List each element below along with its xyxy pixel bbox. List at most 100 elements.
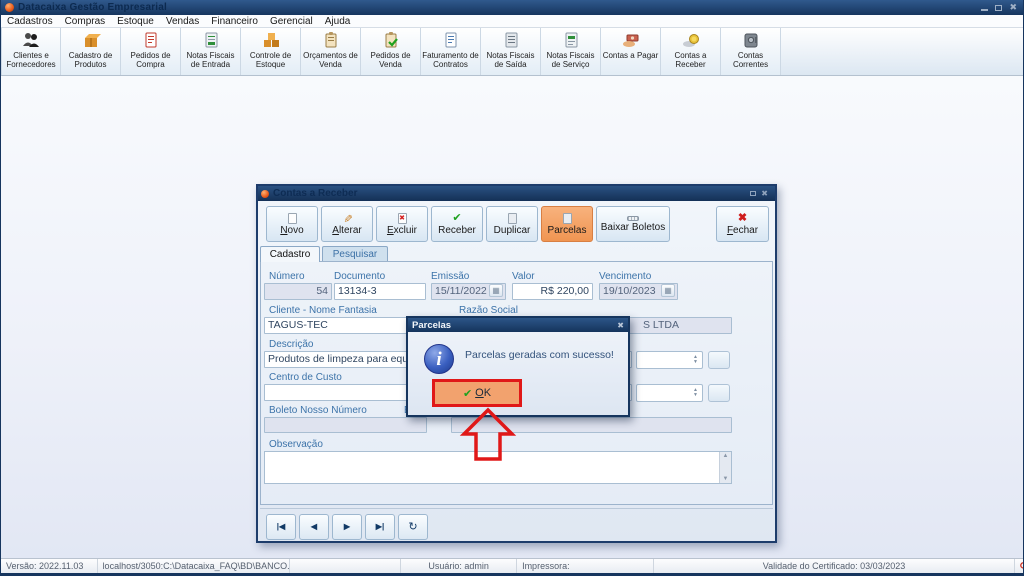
window-titlebar: Contas a Receber ✖	[258, 186, 775, 201]
documento-label: Documento	[334, 271, 386, 282]
centro-custo-lookup-button[interactable]	[708, 384, 730, 402]
restore-icon[interactable]	[995, 4, 1003, 11]
delete-document-icon: ✖	[397, 212, 407, 224]
edit-pencil-icon: ✎	[341, 213, 354, 223]
nav-first-button[interactable]: |◀	[266, 514, 296, 540]
menu-financeiro[interactable]: Financeiro	[205, 15, 264, 28]
toolbar-pedidos-venda[interactable]: Pedidos de Venda	[361, 28, 421, 75]
menu-vendas[interactable]: Vendas	[160, 15, 205, 28]
accounts-receivable-icon	[681, 31, 701, 49]
tab-cadastro[interactable]: Cadastro	[260, 246, 320, 262]
outgoing-invoice-icon	[501, 31, 521, 49]
toolbar-cadastro-produtos[interactable]: Cadastro de Produtos	[61, 28, 121, 75]
dialog-title: Parcelas	[412, 319, 452, 331]
toolbar-contas-correntes[interactable]: Contas Correntes	[721, 28, 781, 75]
status-version: Versão: 2022.11.03	[1, 559, 98, 573]
toolbar-nf-servico[interactable]: Notas Fiscais de Serviço	[541, 28, 601, 75]
menu-cadastros[interactable]: Cadastros	[1, 15, 59, 28]
installments-icon	[562, 212, 572, 224]
centro-custo-combo[interactable]: ▲ ▼	[636, 384, 703, 402]
parcelas-button[interactable]: Parcelas	[541, 206, 593, 242]
scroll-down-icon[interactable]: ▼	[720, 476, 731, 482]
boleto-nosso-numero-label: Boleto Nosso Número	[269, 405, 367, 416]
window-restore-icon[interactable]	[750, 191, 757, 196]
menu-compras[interactable]: Compras	[59, 15, 112, 28]
menu-gerencial[interactable]: Gerencial	[264, 15, 319, 28]
status-user: Usuário: admin	[401, 559, 518, 573]
excluir-button[interactable]: ✖ Excluir	[376, 206, 428, 242]
fechar-button[interactable]: ✖ Fechar	[716, 206, 769, 242]
toolbar-contas-receber[interactable]: Contas a Receber	[661, 28, 721, 75]
toolbar-pedidos-compra[interactable]: Pedidos de Compra	[121, 28, 181, 75]
contract-billing-icon	[441, 31, 461, 49]
vencimento-calendar-icon[interactable]: ▦	[661, 284, 675, 297]
toolbar-nf-entrada[interactable]: Notas Fiscais de Entrada	[181, 28, 241, 75]
divider	[260, 508, 773, 509]
numero-field: 54	[264, 283, 332, 300]
valor-label: Valor	[512, 271, 535, 282]
dialog-close-icon[interactable]: ✖	[617, 321, 624, 330]
window-close-icon[interactable]: ✖	[761, 189, 768, 198]
toolbar-clientes-fornecedores[interactable]: Clientes e Fornecedores	[1, 28, 61, 75]
scrollbar[interactable]: ▲ ▼	[719, 452, 731, 483]
receber-button[interactable]: ✔ Receber	[431, 206, 483, 242]
valor-field[interactable]: R$ 220,00	[512, 283, 593, 300]
ok-button[interactable]: ✔ OK	[432, 379, 522, 407]
duplicar-button[interactable]: Duplicar	[486, 206, 538, 242]
baixar-boletos-button[interactable]: Baixar Boletos	[596, 206, 670, 242]
incoming-invoice-icon	[201, 31, 221, 49]
emissao-calendar-icon[interactable]: ▦	[489, 284, 503, 297]
alterar-button[interactable]: ✎ Alterar	[321, 206, 373, 242]
emissao-label: Emissão	[431, 271, 470, 282]
descricao-combo[interactable]: ▲ ▼	[636, 351, 703, 369]
parcelas-dialog: Parcelas ✖ i Parcelas geradas com sucess…	[406, 316, 630, 417]
spinner-icon[interactable]: ▲ ▼	[691, 387, 700, 399]
descricao-lookup-button[interactable]	[708, 351, 730, 369]
service-invoice-icon	[561, 31, 581, 49]
scroll-up-icon[interactable]: ▲	[720, 453, 731, 459]
toolbar-contas-pagar[interactable]: Contas a Pagar	[601, 28, 661, 75]
nav-refresh-button[interactable]: ↻	[398, 514, 428, 540]
info-icon: i	[424, 344, 454, 374]
close-icon[interactable]: ✖	[1009, 3, 1017, 12]
status-backup[interactable]: ⟳Backup Nuvem	[1015, 559, 1023, 573]
status-spacer	[290, 559, 402, 573]
app-logo-icon	[5, 3, 14, 12]
spinner-icon[interactable]: ▲ ▼	[691, 354, 700, 366]
stock-control-icon	[261, 31, 281, 49]
dialog-titlebar: Parcelas ✖	[408, 318, 628, 332]
nav-prev-button[interactable]: ◀	[299, 514, 329, 540]
status-database-path: localhost/3050:C:\Datacaixa_FAQ\BD\BANCO…	[98, 559, 291, 573]
toolbar-orcamentos-venda[interactable]: Orçamentos de Venda	[301, 28, 361, 75]
toolbar-faturamento-contratos[interactable]: Faturamento de Contratos	[421, 28, 481, 75]
observacao-label: Observação	[269, 439, 323, 450]
menu-ajuda[interactable]: Ajuda	[319, 15, 357, 28]
menu-bar: Cadastros Compras Estoque Vendas Finance…	[1, 15, 1023, 28]
minimize-icon[interactable]	[981, 9, 989, 11]
toolbar-controle-estoque[interactable]: Controle de Estoque	[241, 28, 301, 75]
tab-pesquisar[interactable]: Pesquisar	[322, 246, 388, 262]
ok-check-icon: ✔	[462, 387, 473, 400]
numero-label: Número	[269, 271, 305, 282]
annotation-arrow-icon	[459, 407, 517, 461]
duplicate-document-icon	[507, 212, 517, 224]
clients-suppliers-icon	[21, 31, 41, 49]
cliente-label: Cliente - Nome Fantasia	[269, 305, 377, 316]
nav-last-button[interactable]: ▶|	[365, 514, 395, 540]
app-title: Datacaixa Gestão Empresarial	[18, 2, 168, 13]
menu-estoque[interactable]: Estoque	[111, 15, 160, 28]
application-window: Datacaixa Gestão Empresarial ✖ Cadastros…	[0, 0, 1024, 576]
window-title: Contas a Receber	[273, 188, 358, 199]
nav-next-button[interactable]: ▶	[332, 514, 362, 540]
receive-check-icon: ✔	[452, 211, 462, 224]
main-toolbar: Clientes e Fornecedores Cadastro de Prod…	[1, 28, 1023, 76]
accounts-payable-icon	[621, 31, 641, 49]
dialog-message: Parcelas geradas com sucesso!	[465, 349, 614, 361]
razao-social-label: Razão Social	[459, 305, 518, 316]
documento-field[interactable]: 13134-3	[334, 283, 426, 300]
product-box-icon	[81, 31, 101, 49]
toolbar-nf-saida[interactable]: Notas Fiscais de Saída	[481, 28, 541, 75]
descricao-label: Descrição	[269, 339, 314, 350]
boleto-nosso-numero-field	[264, 417, 427, 433]
novo-button[interactable]: Novo	[266, 206, 318, 242]
